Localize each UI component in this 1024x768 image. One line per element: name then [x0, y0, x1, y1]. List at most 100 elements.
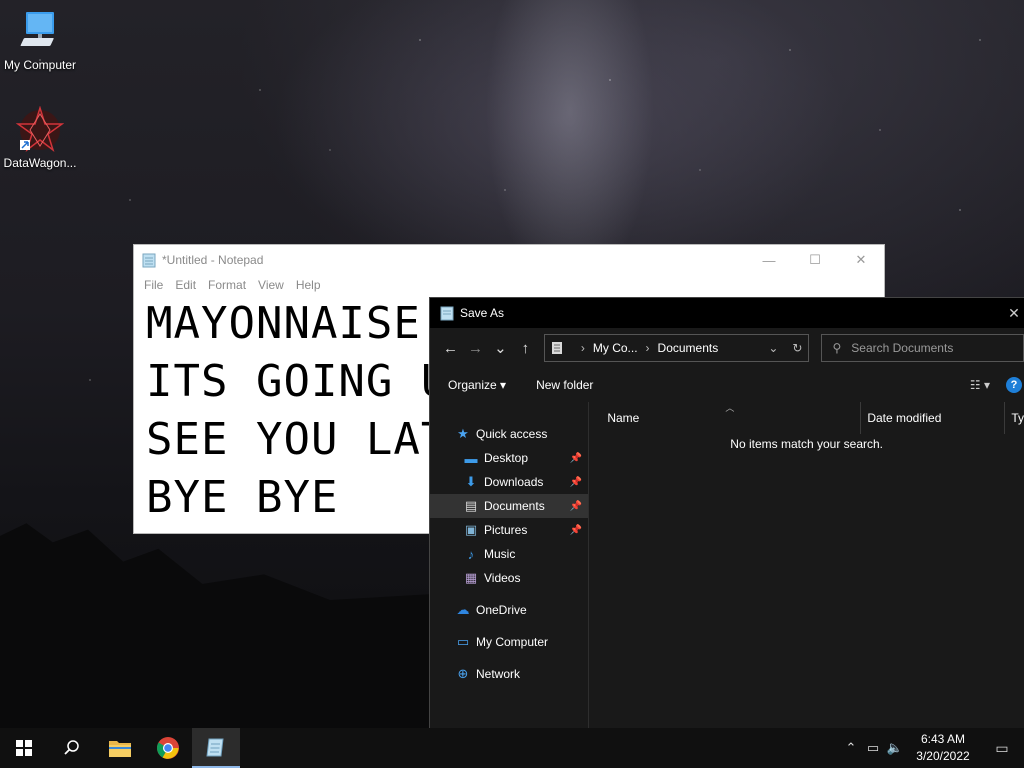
nav-item-music[interactable]: ♪ Music [430, 542, 588, 566]
command-bar: Organize ▾ New folder ☷ ▾ ? [430, 368, 1024, 402]
help-icon[interactable]: ? [1006, 377, 1022, 393]
nav-item-label: Music [484, 547, 516, 561]
network-icon: ⊕ [457, 666, 469, 681]
up-button[interactable]: ↑ [513, 340, 538, 357]
nav-item-videos[interactable]: ▦ Videos [430, 566, 588, 590]
chevron-right-icon: › [580, 341, 585, 355]
nav-item-label: Quick access [476, 427, 548, 441]
view-options-icon[interactable]: ☷ ▾ [970, 378, 990, 392]
datawagon-app-icon [16, 106, 64, 153]
address-segment-my-computer[interactable]: My Co... [593, 341, 638, 355]
menu-format[interactable]: Format [202, 278, 252, 292]
menu-view[interactable]: View [252, 278, 290, 292]
chevron-down-icon[interactable]: ⌄ [768, 341, 778, 355]
document-icon: ▤ [464, 498, 478, 513]
clock[interactable]: 6:43 AM 3/20/2022 [906, 731, 980, 765]
recent-locations-button[interactable]: ⌄ [488, 339, 513, 357]
nav-item-my-computer[interactable]: ▭ My Computer [430, 630, 588, 654]
address-segment-documents[interactable]: Documents [658, 341, 719, 355]
taskbar-file-explorer[interactable] [96, 728, 144, 768]
pin-icon: 📌 [569, 452, 583, 464]
nav-item-onedrive[interactable]: ☁ OneDrive [430, 598, 588, 622]
navigation-pane: ★ Quick access ▬ Desktop 📌 ⬇ Downloads 📌… [430, 402, 590, 728]
nav-item-label: Videos [484, 571, 521, 585]
nav-item-network[interactable]: ⊕ Network [430, 662, 588, 686]
chrome-icon [157, 737, 179, 759]
notepad-icon [142, 253, 156, 268]
notepad-titlebar[interactable]: *Untitled - Notepad — ☐ ✕ [134, 245, 884, 275]
document-icon [551, 342, 562, 354]
pictures-icon: ▣ [464, 522, 478, 537]
search-placeholder: Search Documents [851, 341, 954, 355]
nav-item-quick-access[interactable]: ★ Quick access [430, 422, 588, 446]
start-button[interactable] [0, 728, 48, 768]
volume-icon[interactable]: 🔈 [884, 740, 906, 756]
new-folder-button[interactable]: New folder [536, 378, 593, 392]
network-icon[interactable]: ▭ [862, 740, 884, 756]
desktop-icon-datawagon[interactable]: DataWagon... [0, 106, 80, 170]
column-headers: ︿ Name Date modified Ty [589, 402, 1024, 434]
desktop-icon-label: My Computer [3, 58, 77, 72]
nav-item-label: My Computer [476, 635, 549, 649]
menu-help[interactable]: Help [290, 278, 327, 292]
nav-item-downloads[interactable]: ⬇ Downloads 📌 [430, 470, 588, 494]
windows-logo-icon [16, 740, 32, 756]
menu-file[interactable]: File [138, 278, 169, 292]
notepad-icon [206, 738, 224, 757]
file-list-pane[interactable]: ︿ Name Date modified Ty No items match y… [589, 402, 1024, 728]
folder-icon [109, 741, 131, 757]
clock-date: 3/20/2022 [916, 749, 970, 763]
chevron-up-icon[interactable]: ⌃ [840, 740, 862, 756]
nav-item-label: Documents [484, 499, 545, 513]
cloud-icon: ☁ [456, 602, 470, 617]
nav-item-documents[interactable]: ▤ Documents 📌 [430, 494, 589, 518]
address-bar[interactable]: › My Co... › Documents ⌄ ↻ [543, 334, 810, 362]
taskbar: ⌃ ▭ 🔈 6:43 AM 3/20/2022 ▭ [0, 728, 1024, 768]
nav-item-pictures[interactable]: ▣ Pictures 📌 [430, 518, 588, 542]
nav-item-desktop[interactable]: ▬ Desktop 📌 [430, 446, 588, 470]
star-icon: ★ [457, 426, 469, 441]
computer-icon [20, 12, 54, 46]
videos-icon: ▦ [464, 570, 478, 585]
search-icon [64, 740, 79, 755]
computer-icon: ▭ [456, 634, 470, 649]
minimize-button[interactable]: — [746, 245, 792, 275]
nav-item-label: Downloads [484, 475, 544, 489]
forward-button[interactable]: → [463, 340, 488, 357]
menu-edit[interactable]: Edit [169, 278, 202, 292]
search-input[interactable]: ⚲ Search Documents [821, 334, 1024, 362]
empty-results-message: No items match your search. [730, 437, 884, 451]
close-button[interactable]: ✕ [838, 245, 884, 275]
save-as-titlebar[interactable]: Save As ✕ [430, 298, 1024, 328]
sort-ascending-icon: ︿ [725, 403, 735, 413]
refresh-icon[interactable]: ↻ [792, 341, 802, 355]
back-button[interactable]: ← [438, 340, 463, 357]
save-as-dialog: Save As ✕ ← → ⌄ ↑ › My Co... › Documents… [429, 297, 1024, 728]
search-button[interactable] [48, 728, 96, 768]
search-icon: ⚲ [832, 341, 842, 355]
taskbar-notepad[interactable] [192, 728, 240, 768]
taskbar-chrome[interactable] [144, 728, 192, 768]
pin-icon: 📌 [569, 476, 583, 488]
notification-center-icon[interactable]: ▭ [980, 740, 1024, 757]
desktop-icon-my-computer[interactable]: My Computer [0, 8, 80, 72]
organize-button[interactable]: Organize ▾ [448, 378, 506, 392]
pin-icon: 📌 [569, 500, 583, 512]
desktop-folder-icon: ▬ [464, 450, 478, 466]
desktop-icon-label: DataWagon... [3, 156, 77, 170]
save-as-title: Save As [460, 306, 505, 320]
navigation-bar: ← → ⌄ ↑ › My Co... › Documents ⌄ ↻ ⚲ Sea… [430, 328, 1024, 368]
pin-icon: 📌 [569, 524, 583, 536]
nav-item-label: Network [476, 667, 521, 681]
close-button[interactable]: ✕ [1004, 305, 1024, 322]
music-icon: ♪ [467, 546, 475, 562]
column-header-type[interactable]: Ty [1005, 402, 1024, 434]
nav-item-label: OneDrive [476, 603, 527, 617]
notepad-title: *Untitled - Notepad [162, 253, 264, 267]
maximize-button[interactable]: ☐ [792, 245, 838, 275]
column-header-date-modified[interactable]: Date modified [861, 402, 1006, 434]
chevron-right-icon: › [645, 341, 650, 355]
nav-item-label: Pictures [484, 523, 528, 537]
system-tray: ⌃ ▭ 🔈 6:43 AM 3/20/2022 ▭ [840, 728, 1024, 768]
clock-time: 6:43 AM [920, 732, 966, 746]
